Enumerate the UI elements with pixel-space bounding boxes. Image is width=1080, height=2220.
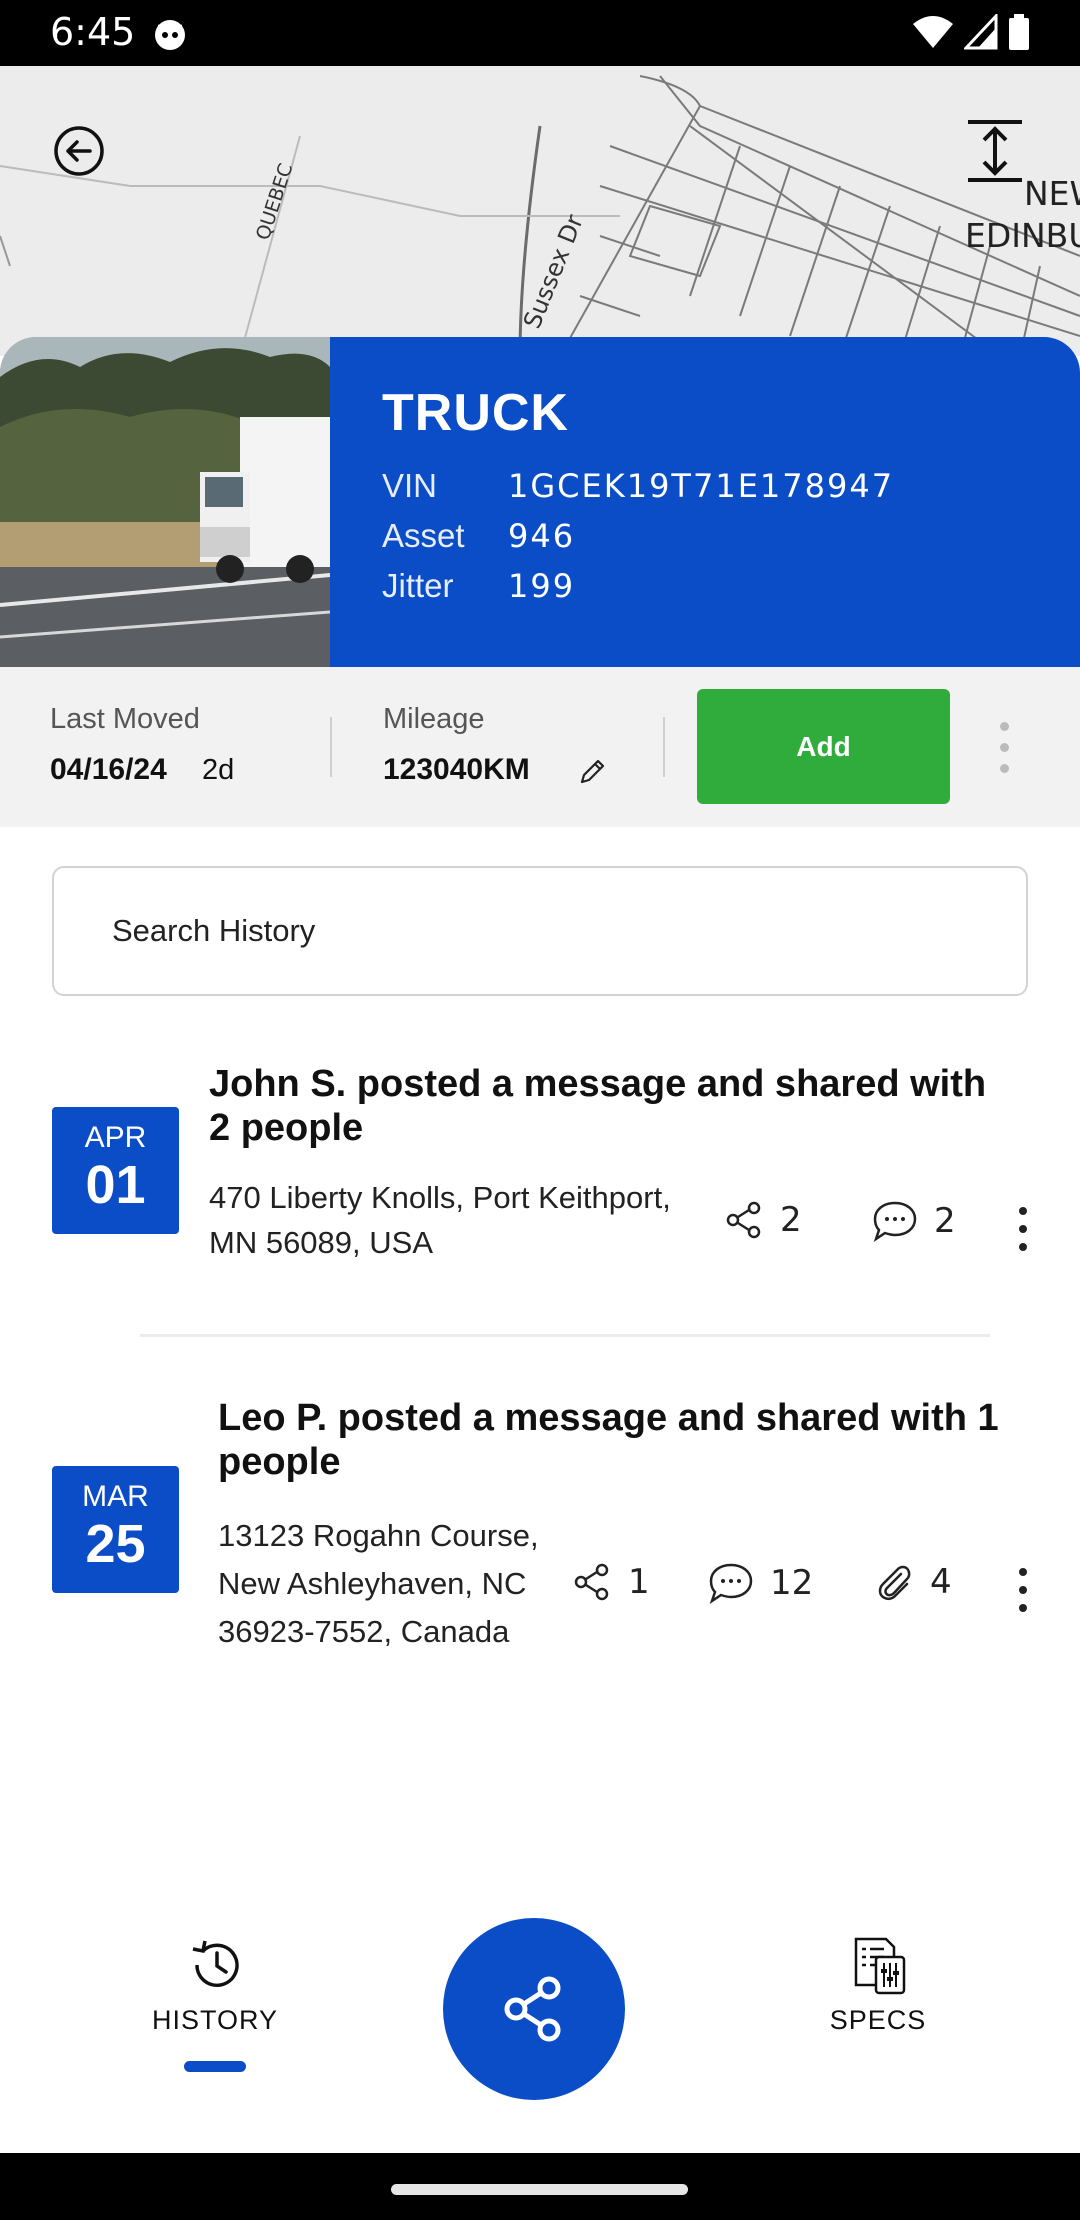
map-label-edinbu: EDINBU: [965, 216, 1080, 255]
comment-count-value: 12: [770, 1563, 814, 1603]
asset-hero-card: TRUCK VIN 1GCEK19T71E178947 Asset 946 Ji…: [0, 337, 1080, 667]
paperclip-icon: [878, 1565, 911, 1601]
status-bar: 6:45: [0, 0, 1080, 66]
asset-type-title: TRUCK: [382, 384, 569, 442]
add-button[interactable]: Add: [697, 689, 950, 804]
mileage-value: 123040KM: [383, 753, 530, 786]
comment-icon: [709, 1563, 753, 1604]
specs-document-icon: [854, 1937, 906, 1995]
tab-history-label: HISTORY: [152, 2005, 279, 2035]
wifi-icon: [913, 16, 953, 48]
asset-info-panel: TRUCK VIN 1GCEK19T71E178947 Asset 946 Ji…: [330, 337, 1080, 667]
asset-row: Asset 946: [382, 517, 575, 555]
history-item[interactable]: MAR 25 Leo P. posted a message and share…: [0, 1394, 1080, 1664]
date-month: MAR: [82, 1480, 149, 1513]
item-more-icon[interactable]: [1019, 1568, 1027, 1612]
date-badge: MAR 25: [52, 1466, 179, 1593]
vin-label: VIN: [382, 467, 438, 504]
share-icon: [504, 1976, 561, 2042]
vin-value: 1GCEK19T71E178947: [508, 467, 895, 505]
item-more-icon[interactable]: [1019, 1207, 1027, 1251]
tab-specs[interactable]: SPECS: [820, 1935, 936, 2036]
system-navigation-bar: [0, 2153, 1080, 2220]
asset-value: 946: [508, 517, 576, 555]
date-day: 25: [85, 1514, 146, 1574]
comment-count[interactable]: 12: [708, 1562, 813, 1604]
share-count[interactable]: 1: [572, 1562, 650, 1602]
comment-count-value: 2: [934, 1201, 956, 1241]
history-clock-icon: [192, 1940, 239, 1987]
share-fab-button[interactable]: [443, 1918, 625, 2100]
truck-photo: [0, 337, 330, 667]
share-icon: [726, 1201, 761, 1239]
history-title: Leo P. posted a message and shared with …: [218, 1397, 999, 1483]
map-view[interactable]: QUEBEC Sussex Dr NEW EDINBU: [0, 66, 1080, 356]
date-month: APR: [84, 1121, 147, 1154]
battery-icon: [1009, 14, 1029, 50]
share-count-value: 2: [780, 1200, 802, 1240]
asset-stats-bar: Last Moved 04/16/24 2d Mileage 123040KM …: [0, 667, 1080, 827]
back-arrow-icon[interactable]: [52, 124, 106, 178]
asset-label: Asset: [382, 517, 465, 554]
history-address: 13123 Rogahn Course, New Ashleyhaven, NC…: [218, 1518, 539, 1649]
last-moved-label: Last Moved: [50, 703, 200, 735]
edit-pencil-icon[interactable]: [578, 756, 608, 786]
last-moved-date: 04/16/24: [50, 753, 167, 786]
attachment-count[interactable]: 4: [874, 1562, 952, 1602]
cell-signal-icon: [964, 14, 998, 50]
share-count[interactable]: 2: [724, 1200, 802, 1240]
history-item[interactable]: APR 01 John S. posted a message and shar…: [0, 1060, 1080, 1290]
history-title: John S. posted a message and shared with…: [209, 1063, 987, 1149]
more-options-icon[interactable]: [1000, 722, 1009, 773]
stats-divider: [663, 717, 665, 777]
stats-divider: [330, 717, 332, 777]
history-separator: [140, 1334, 990, 1337]
home-gesture-pill[interactable]: [391, 2184, 688, 2195]
search-history-field[interactable]: [52, 866, 1028, 996]
share-icon: [574, 1563, 609, 1601]
comment-icon: [873, 1201, 917, 1242]
jitter-value: 199: [508, 567, 576, 605]
tab-specs-label: SPECS: [829, 2005, 927, 2035]
vin-row: VIN 1GCEK19T71E178947: [382, 467, 894, 505]
history-address: 470 Liberty Knolls, Port Keithport, MN 5…: [209, 1180, 671, 1260]
status-time: 6:45: [50, 10, 136, 54]
date-badge: APR 01: [52, 1107, 179, 1234]
last-moved-ago: 2d: [202, 754, 235, 786]
jitter-row: Jitter 199: [382, 567, 575, 605]
map-label-new: NEW: [1024, 174, 1080, 213]
comment-count[interactable]: 2: [872, 1200, 956, 1242]
search-input[interactable]: [54, 868, 1026, 994]
jitter-label: Jitter: [382, 567, 454, 604]
date-day: 01: [85, 1155, 146, 1215]
tab-history[interactable]: HISTORY: [152, 1935, 278, 2036]
cat-notification-icon: [155, 20, 185, 50]
expand-vertical-icon[interactable]: [966, 118, 1024, 184]
share-count-value: 1: [628, 1562, 650, 1602]
mileage-label: Mileage: [383, 703, 485, 735]
active-tab-indicator: [184, 2061, 246, 2072]
attachment-count-value: 4: [930, 1562, 952, 1602]
